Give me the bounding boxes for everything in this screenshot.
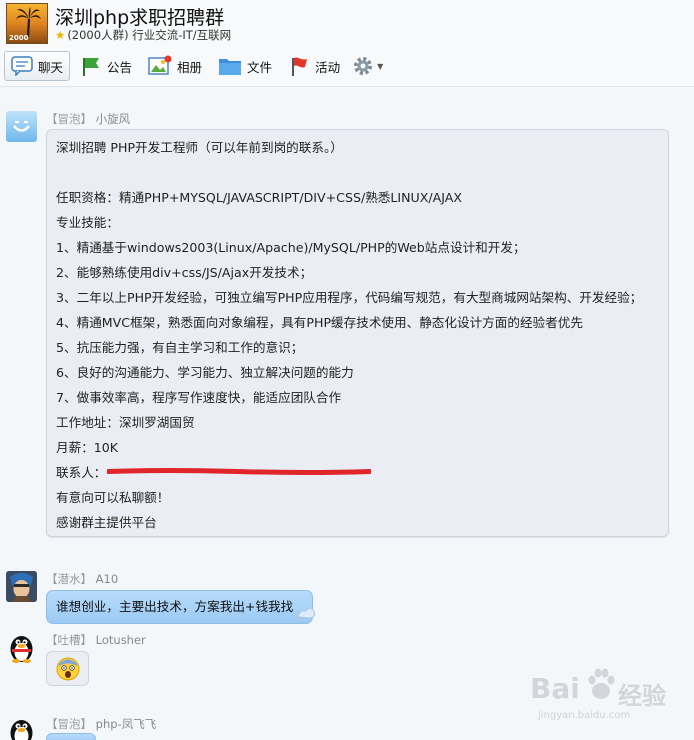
sender-badge: 【吐槽】 xyxy=(46,633,92,647)
message-text: 谁想创业，主要出技术，方案我出+钱我找 xyxy=(56,599,294,614)
sender-line: 【冒泡】 php-凤飞飞 xyxy=(46,716,156,732)
folder-icon xyxy=(219,59,242,75)
message-line: 6、良好的沟通能力、学习能力、独立解决问题的能力 xyxy=(56,365,354,380)
watermark-url: jingyan.baidu.com xyxy=(538,710,631,721)
message-line: 5、抗压能力强，有自主学习和工作的意识； xyxy=(56,340,304,355)
message-line: 7、做事效率高，程序写作速度快，能适应团队合作 xyxy=(56,390,342,405)
sender-line: 【冒泡】 小旋风 xyxy=(46,111,130,127)
message-line: 有意向可以私聊额！ xyxy=(56,490,170,505)
message-line: 专业技能： xyxy=(56,215,119,230)
message-line: 月薪：10K xyxy=(56,440,119,455)
scared-face-emoji-icon xyxy=(56,657,79,680)
message-line xyxy=(56,164,659,189)
tab-activity-label: 活动 xyxy=(315,59,341,75)
avatar[interactable] xyxy=(6,111,37,142)
message-line: 任职资格：精通PHP+MYSQL/JAVASCRIPT/DIV+CSS/熟悉LI… xyxy=(56,190,462,205)
notice-flag-icon xyxy=(83,58,100,76)
settings-menu-button[interactable]: ▼ xyxy=(352,51,383,81)
group-meta-text: (2000人群) 行业交流-IT/互联网 xyxy=(67,28,232,42)
group-avatar[interactable]: 2000 xyxy=(6,3,48,44)
chat-icon xyxy=(11,56,33,76)
message-bubble xyxy=(46,651,89,686)
sender-badge: 【冒泡】 xyxy=(46,717,92,731)
message-line: 感谢群主提供平台 xyxy=(56,515,157,530)
message-line: 1、精通基于windows2003(Linux/Apache)/MySQL/PH… xyxy=(56,240,526,255)
sender-name[interactable]: A10 xyxy=(96,572,119,586)
header-divider xyxy=(0,86,694,87)
sender-name[interactable]: 小旋风 xyxy=(96,112,131,126)
message-bubble xyxy=(46,733,96,740)
sender-name[interactable]: php-凤飞飞 xyxy=(96,717,157,731)
message-bubble: 深圳招聘 PHP开发工程师（可以年前到岗的联系。） 任职资格：精通PHP+MYS… xyxy=(46,129,669,537)
chat-header: 2000 深圳php求职招聘群 ★ (2000人群) 行业交流-IT/互联网 聊天… xyxy=(0,0,694,86)
avatar[interactable] xyxy=(6,571,37,602)
penguin-avatar-icon xyxy=(10,636,33,663)
tab-notice-label: 公告 xyxy=(107,59,133,75)
toolbar: 聊天 公告 相册 文件 活动 ▼ xyxy=(4,50,383,82)
group-avatar-label: 2000 xyxy=(9,34,29,42)
group-meta: ★ (2000人群) 行业交流-IT/互联网 xyxy=(55,27,231,43)
message-bubble: 谁想创业，主要出技术，方案我出+钱我找 xyxy=(46,590,313,624)
watermark-brand: Bai xyxy=(530,672,580,705)
watermark-brand-suffix: 经验 xyxy=(618,682,666,710)
redaction-mark xyxy=(107,468,371,475)
avatar[interactable] xyxy=(6,632,37,663)
star-icon: ★ xyxy=(55,28,66,42)
sender-line: 【吐槽】 Lotusher xyxy=(46,632,146,648)
tab-files-label: 文件 xyxy=(247,59,273,75)
sender-badge: 【潜水】 xyxy=(46,572,92,586)
tab-notice[interactable]: 公告 xyxy=(74,51,138,81)
paw-icon xyxy=(588,668,615,699)
message-line: 工作地址：深圳罗湖国贸 xyxy=(56,415,195,430)
message-line: 2、能够熟练使用div+css/JS/Ajax开发技术； xyxy=(56,265,313,280)
tab-files[interactable]: 文件 xyxy=(212,51,278,81)
message-line: 4、精通MVC框架，熟悉面向对象编程，具有PHP缓存技术使用、静态化设计方面的经… xyxy=(56,315,583,330)
penguin-avatar-icon xyxy=(10,720,33,740)
message-line: 3、二年以上PHP开发经验，可独立编写PHP应用程序，代码编写规范，有大型商城网… xyxy=(56,290,643,305)
tab-album-label: 相册 xyxy=(177,59,203,75)
baidu-jingyan-watermark: Bai 经验 jingyan.baidu.com xyxy=(530,664,680,724)
gear-icon xyxy=(354,57,373,75)
tab-chat-label: 聊天 xyxy=(38,59,64,75)
sender-name[interactable]: Lotusher xyxy=(96,633,146,647)
tab-chat[interactable]: 聊天 xyxy=(4,51,71,81)
sender-line: 【潜水】 A10 xyxy=(46,571,118,587)
bubble-tail-decoration xyxy=(297,607,315,619)
tab-album[interactable]: 相册 xyxy=(142,51,208,81)
palm-tree-icon xyxy=(16,7,41,37)
sender-badge: 【冒泡】 xyxy=(46,112,92,126)
avatar[interactable] xyxy=(6,716,37,740)
warrior-avatar-icon xyxy=(6,571,37,602)
chevron-down-icon: ▼ xyxy=(377,61,384,71)
activity-flag-icon xyxy=(292,57,308,76)
tab-activity[interactable]: 活动 xyxy=(282,51,346,81)
smile-avatar-icon xyxy=(13,121,30,132)
album-icon xyxy=(148,55,172,75)
group-title: 深圳php求职招聘群 xyxy=(55,7,225,29)
message-line: 深圳招聘 PHP开发工程师（可以年前到岗的联系。） xyxy=(56,140,343,155)
